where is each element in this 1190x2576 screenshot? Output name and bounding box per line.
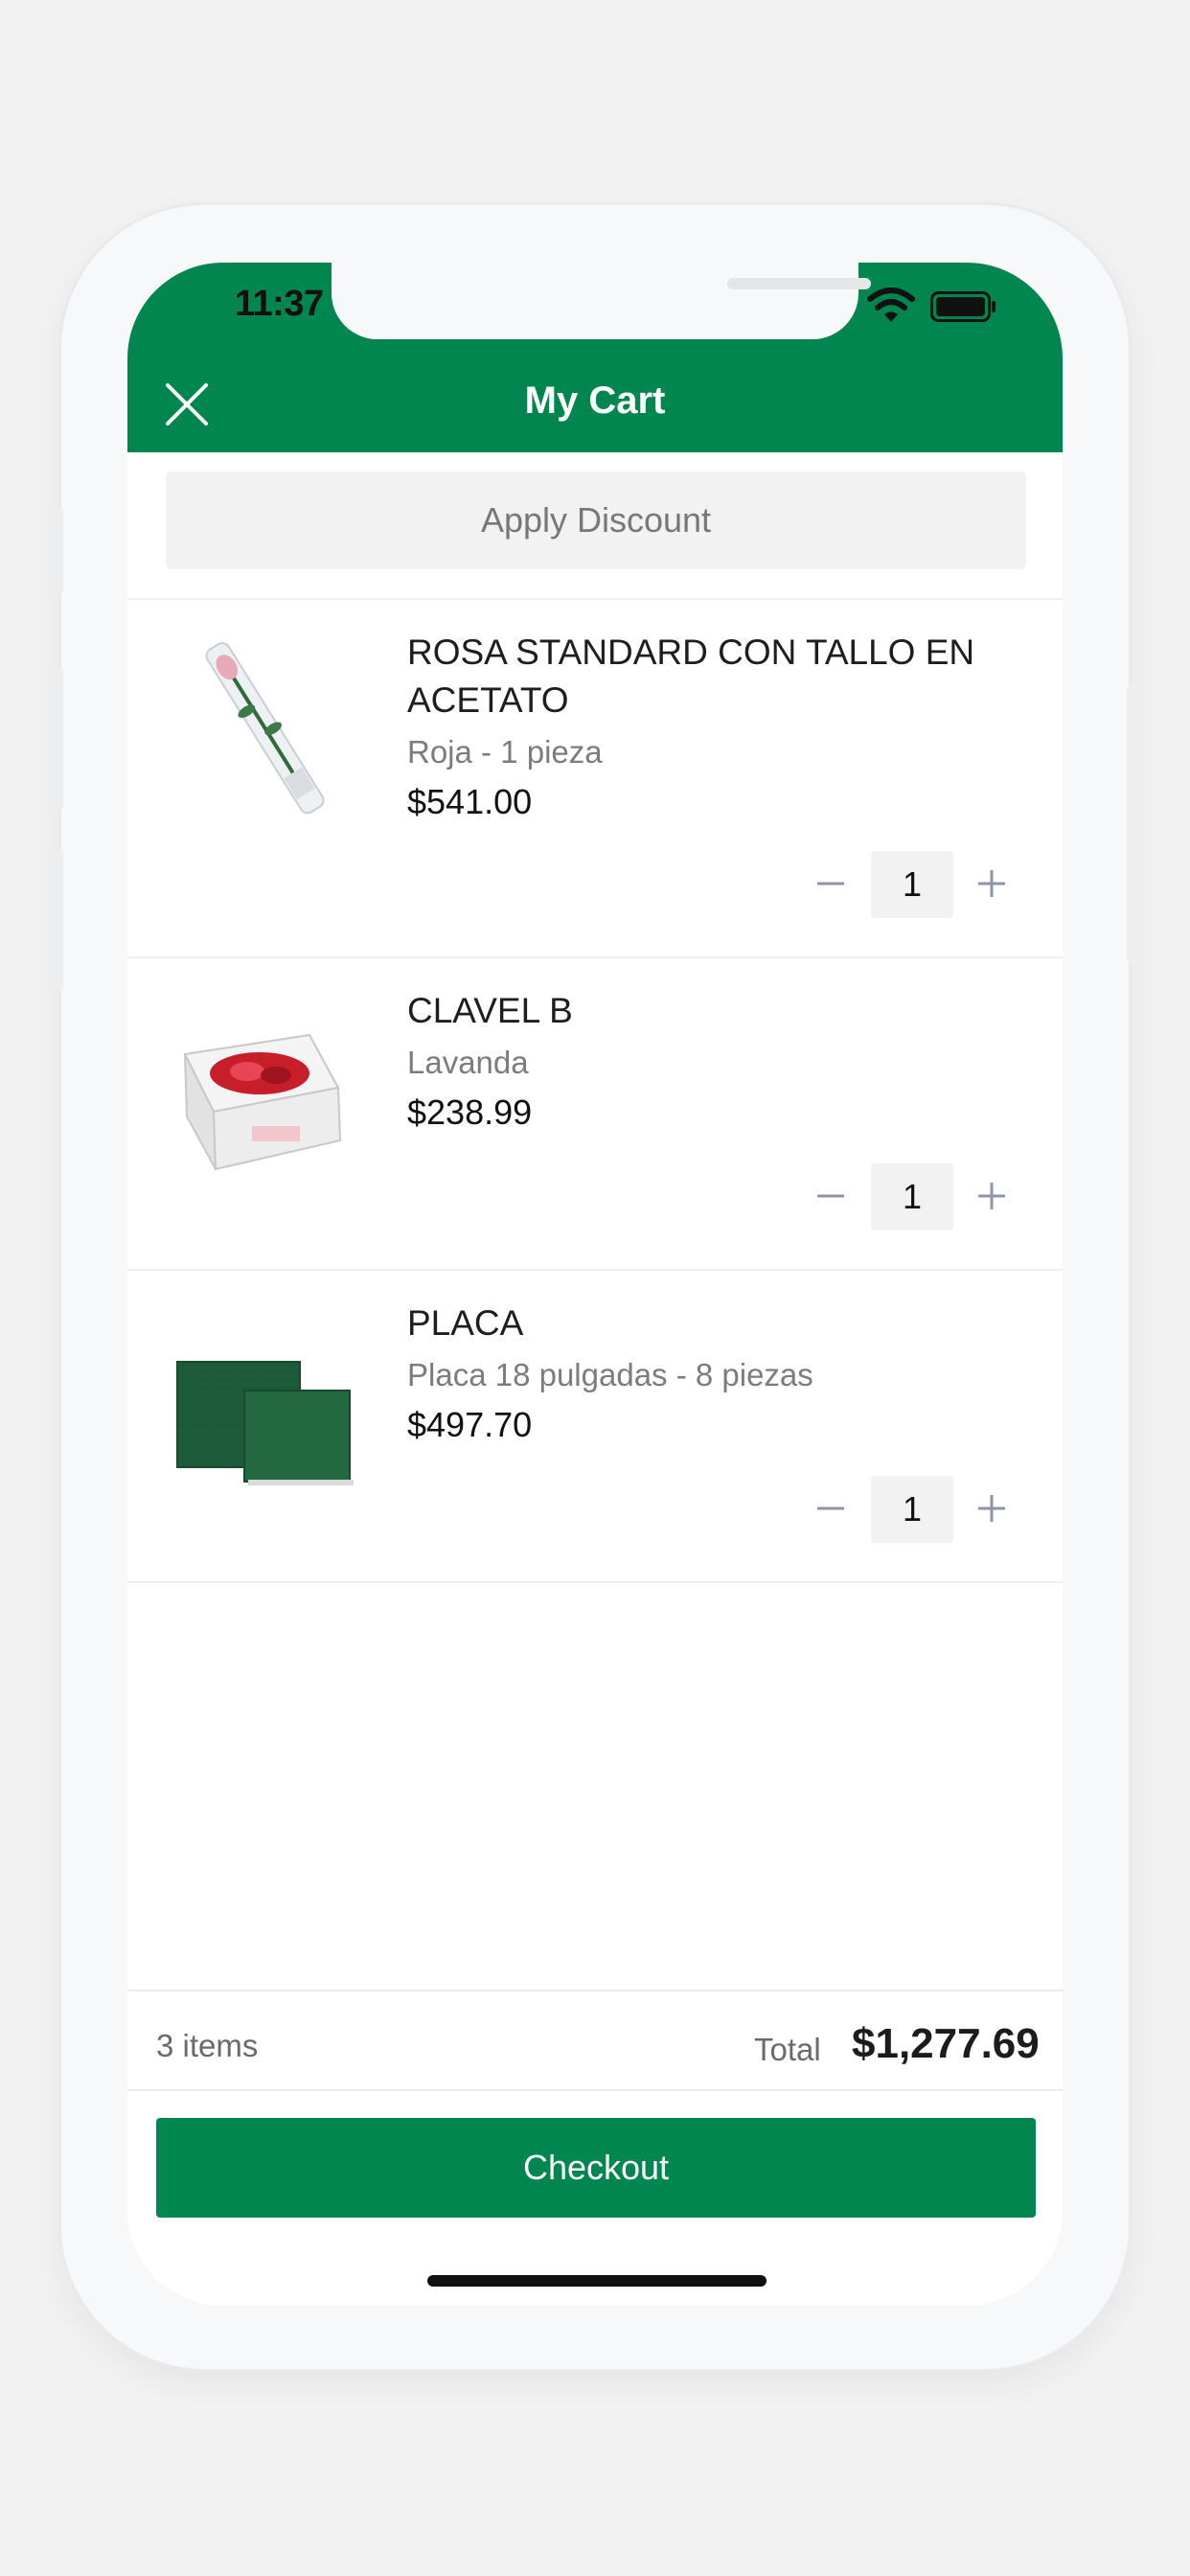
app-header: 11:37 My Cart bbox=[127, 263, 1063, 452]
item-variant: Placa 18 pulgadas - 8 piezas bbox=[407, 1357, 813, 1392]
item-price: $497.70 bbox=[407, 1405, 533, 1444]
product-image bbox=[176, 1361, 354, 1485]
increase-quantity-button[interactable] bbox=[963, 855, 1020, 912]
plus-icon bbox=[978, 1495, 1005, 1522]
product-image bbox=[183, 1033, 342, 1171]
increase-quantity-button[interactable] bbox=[963, 1480, 1020, 1537]
decrease-quantity-button[interactable] bbox=[802, 855, 859, 912]
minus-icon bbox=[817, 882, 844, 886]
increase-quantity-button[interactable] bbox=[963, 1167, 1020, 1225]
total-label: Total bbox=[754, 2032, 821, 2067]
item-price: $238.99 bbox=[407, 1092, 533, 1132]
footer-divider bbox=[127, 1990, 1063, 1991]
volume-down-button bbox=[54, 848, 63, 992]
wifi-icon bbox=[867, 288, 915, 322]
plus-icon bbox=[978, 1183, 1005, 1209]
page-title: My Cart bbox=[524, 380, 666, 422]
item-name: PLACA bbox=[407, 1303, 524, 1343]
power-button bbox=[1127, 685, 1136, 963]
speaker-grille bbox=[727, 278, 871, 289]
item-variant: Roja - 1 pieza bbox=[407, 734, 603, 770]
decrease-quantity-button[interactable] bbox=[802, 1167, 859, 1225]
item-name: ROSA STANDARD CON TALLO EN ACETATO bbox=[407, 632, 975, 720]
quantity-value[interactable]: 1 bbox=[871, 1163, 953, 1230]
home-indicator bbox=[427, 2275, 767, 2287]
decrease-quantity-button[interactable] bbox=[802, 1480, 859, 1537]
quantity-value[interactable]: 1 bbox=[871, 851, 953, 918]
cart-item: PLACA Placa 18 pulgadas - 8 piezas $497.… bbox=[127, 1271, 1063, 1581]
minus-icon bbox=[817, 1194, 844, 1198]
product-image bbox=[205, 642, 325, 815]
footer-divider bbox=[127, 2089, 1063, 2091]
divider bbox=[127, 1581, 1063, 1583]
battery-icon bbox=[930, 291, 995, 322]
apply-discount-button[interactable]: Apply Discount bbox=[166, 472, 1026, 569]
volume-up-button bbox=[54, 666, 63, 810]
item-price: $541.00 bbox=[407, 782, 533, 821]
item-name: CLAVEL B bbox=[407, 991, 573, 1030]
minus-icon bbox=[817, 1506, 844, 1510]
quantity-value[interactable]: 1 bbox=[871, 1476, 953, 1543]
items-count: 3 items bbox=[156, 2028, 259, 2063]
plus-icon bbox=[978, 870, 1005, 897]
checkout-button[interactable]: Checkout bbox=[156, 2118, 1036, 2218]
app-screen: 11:37 My Cart Apply Discount ROSA STANDA… bbox=[127, 263, 1063, 2306]
cart-item: CLAVEL B Lavanda $238.99 1 bbox=[127, 958, 1063, 1269]
item-variant: Lavanda bbox=[407, 1045, 529, 1080]
cart-item: ROSA STANDARD CON TALLO EN ACETATO Roja … bbox=[127, 600, 1063, 958]
total-value: $1,277.69 bbox=[852, 2020, 1040, 2067]
status-time: 11:37 bbox=[235, 284, 324, 324]
mute-switch bbox=[54, 508, 63, 594]
device-notch bbox=[332, 263, 871, 339]
